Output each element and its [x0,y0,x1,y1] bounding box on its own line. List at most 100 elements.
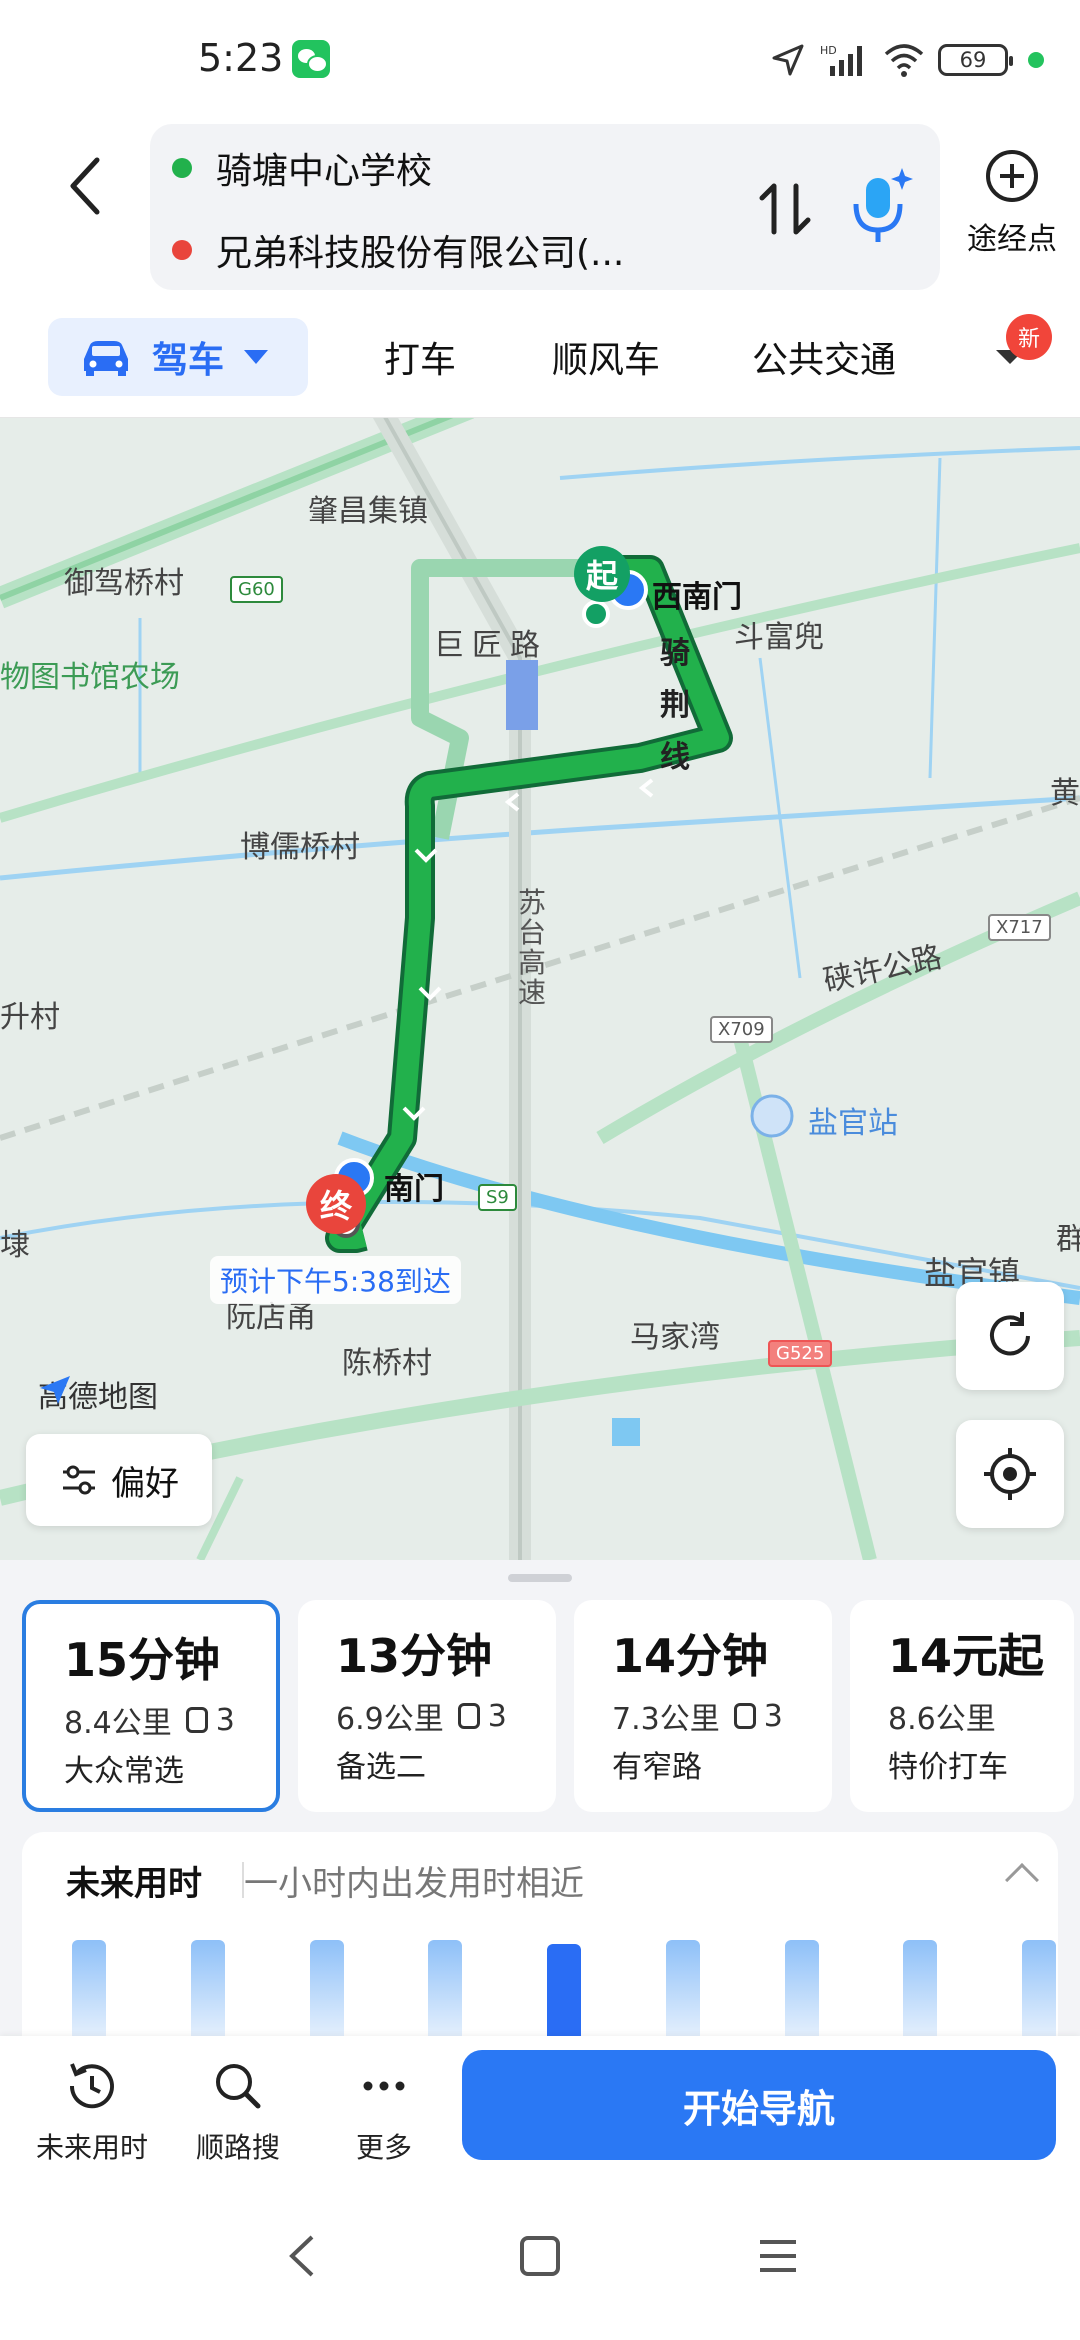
microphone-sparkle-icon [853,168,913,242]
route-card-time: 15分钟 [64,1633,221,1687]
route-card-tag: 备选二 [336,1750,426,1785]
traffic-light-icon [185,1707,208,1733]
route-search-label: 顺路搜 [195,2131,280,2164]
map-label-qun: 群 [1056,1222,1080,1257]
route-card-2[interactable]: 13分钟 6.9公里 3 备选二 [298,1600,556,1812]
route-header: 骑塘中心学校 兄弟科技股份有限公司(... 途经点 [0,120,1080,300]
location-arrow-icon [772,44,804,76]
future-time-bar[interactable] [428,1940,462,2040]
add-waypoint-button[interactable]: 途经点 [958,146,1066,276]
route-search-button[interactable]: 顺路搜 [168,2056,308,2166]
amap-logo-icon [40,1376,70,1404]
clock-history-icon [69,2063,114,2109]
locate-me-button[interactable] [956,1420,1064,1528]
traffic-light-icon [733,1703,756,1729]
road-shield-g60: G60 [230,576,283,603]
system-home-button[interactable] [510,2226,570,2286]
status-time: 5:23 [198,36,284,80]
end-pin[interactable]: 终 [306,1174,366,1234]
future-time-bar[interactable] [191,1940,225,2040]
future-time-bar[interactable] [666,1940,700,2040]
car-icon [84,341,128,376]
future-time-bar[interactable] [903,1940,937,2040]
route-map[interactable]: 肇昌集镇 御驾桥村 物图书馆农场 巨匠路 斗富兜 骑荆线 博儒桥村 苏台高速 升… [0,418,1080,1560]
route-card-tag: 大众常选 [64,1754,184,1789]
more-button[interactable]: 更多 [314,2056,454,2166]
road-shield-x709: X709 [710,1016,773,1043]
caret-down-icon [244,350,269,364]
map-label-lu: 埭 [0,1228,30,1263]
tab-public-transit[interactable]: 公共交通 [752,318,896,396]
destination-field[interactable]: 兄弟科技股份有限公司(... [172,210,624,290]
voice-input-button[interactable] [840,160,920,250]
tab-drive-label: 驾车 [152,340,225,381]
start-navigation-button[interactable]: 开始导航 [462,2050,1056,2160]
origin-field[interactable]: 骑塘中心学校 [172,128,432,208]
panel-drag-handle[interactable] [508,1574,572,1582]
route-card-time: 13分钟 [336,1629,493,1683]
amap-logo: 高德地图 [38,1372,158,1416]
future-time-bar[interactable] [310,1940,344,2040]
road-shield-g525: G525 [768,1340,833,1367]
route-card-distance: 8.4公里 [64,1706,172,1741]
future-time-bar[interactable] [72,1940,106,2040]
menu-lines-icon [760,2240,796,2272]
refresh-icon [990,1312,1030,1356]
chevron-up-icon[interactable] [1005,1863,1039,1897]
back-button[interactable] [50,136,120,236]
future-time-bar[interactable] [1022,1940,1056,2040]
wifi-icon [884,44,924,77]
route-card-taxi[interactable]: 14元起 8.6公里 特价打车 [850,1600,1074,1812]
destination-dot-icon [172,240,192,260]
map-label-farm: 物图书馆农场 [0,660,180,695]
more-dots-icon [363,2081,405,2091]
tab-carpool[interactable]: 顺风车 [552,318,660,396]
start-pin[interactable]: 起 [574,546,630,602]
tab-drive[interactable]: 驾车 [48,318,308,396]
future-time-bar[interactable] [785,1940,819,2040]
new-badge: 新 [1006,314,1052,360]
future-time-bar[interactable] [547,1944,581,2040]
future-time-button[interactable]: 未来用时 [22,2056,162,2166]
sliders-icon [63,1465,95,1495]
route-card-1[interactable]: 15分钟 8.4公里 3 大众常选 [22,1600,280,1812]
road-shield-s9: S9 [478,1184,517,1211]
map-label-huang: 黄 [1050,776,1080,811]
map-label-majiawan: 马家湾 [630,1320,720,1355]
network-label: HD [820,44,837,57]
map-label-yanguan-station: 盐官站 [808,1106,898,1141]
map-label-west-south-gate: 西南门 [652,580,742,615]
map-label-jujiang-road: 巨匠路 [434,628,548,663]
chevron-left-icon [70,157,100,215]
route-card-3[interactable]: 14分钟 7.3公里 3 有窄路 [574,1600,832,1812]
search-icon [216,2064,261,2109]
route-card-meta: 6.9公里 3 [336,1694,556,1738]
plus-circle-icon [986,150,1038,202]
tab-taxi[interactable]: 打车 [384,318,456,396]
route-card-distance: 6.9公里 [336,1702,444,1737]
route-options-panel: 15分钟 8.4公里 3 大众常选 13分钟 6.9公里 3 备选二 14分钟 … [0,1560,1080,2042]
route-card-meta: 8.4公里 3 [64,1698,276,1742]
map-label-doufudou: 斗富兜 [734,620,824,655]
route-input-box: 骑塘中心学校 兄弟科技股份有限公司(... [150,124,940,290]
future-time-bars [72,1940,1056,2040]
more-label: 更多 [355,2131,412,2164]
route-card-tag: 特价打车 [888,1750,1008,1785]
route-card-meta: 7.3公里 3 [612,1694,832,1738]
route-card-time: 14元起 [888,1629,1045,1683]
refresh-route-button[interactable] [956,1282,1064,1390]
map-label-zhaochang: 肇昌集镇 [308,494,428,529]
system-back-button[interactable] [272,2226,332,2286]
home-square-icon [520,2236,560,2276]
system-menu-button[interactable] [748,2226,808,2286]
battery-indicator: 69 [938,44,1013,76]
route-card-tag: 有窄路 [612,1750,702,1785]
swap-route-button[interactable] [750,174,820,244]
future-time-subtitle: 一小时内出发用时相近 [244,1864,584,1904]
map-label-shengcun: 升村 [0,1000,60,1035]
origin-dot-icon [172,158,192,178]
preference-button[interactable]: 偏好 [26,1434,212,1526]
privacy-indicator-dot [1028,52,1044,68]
back-triangle-icon [289,2235,314,2277]
route-card-lights: 3 [215,1702,235,1738]
